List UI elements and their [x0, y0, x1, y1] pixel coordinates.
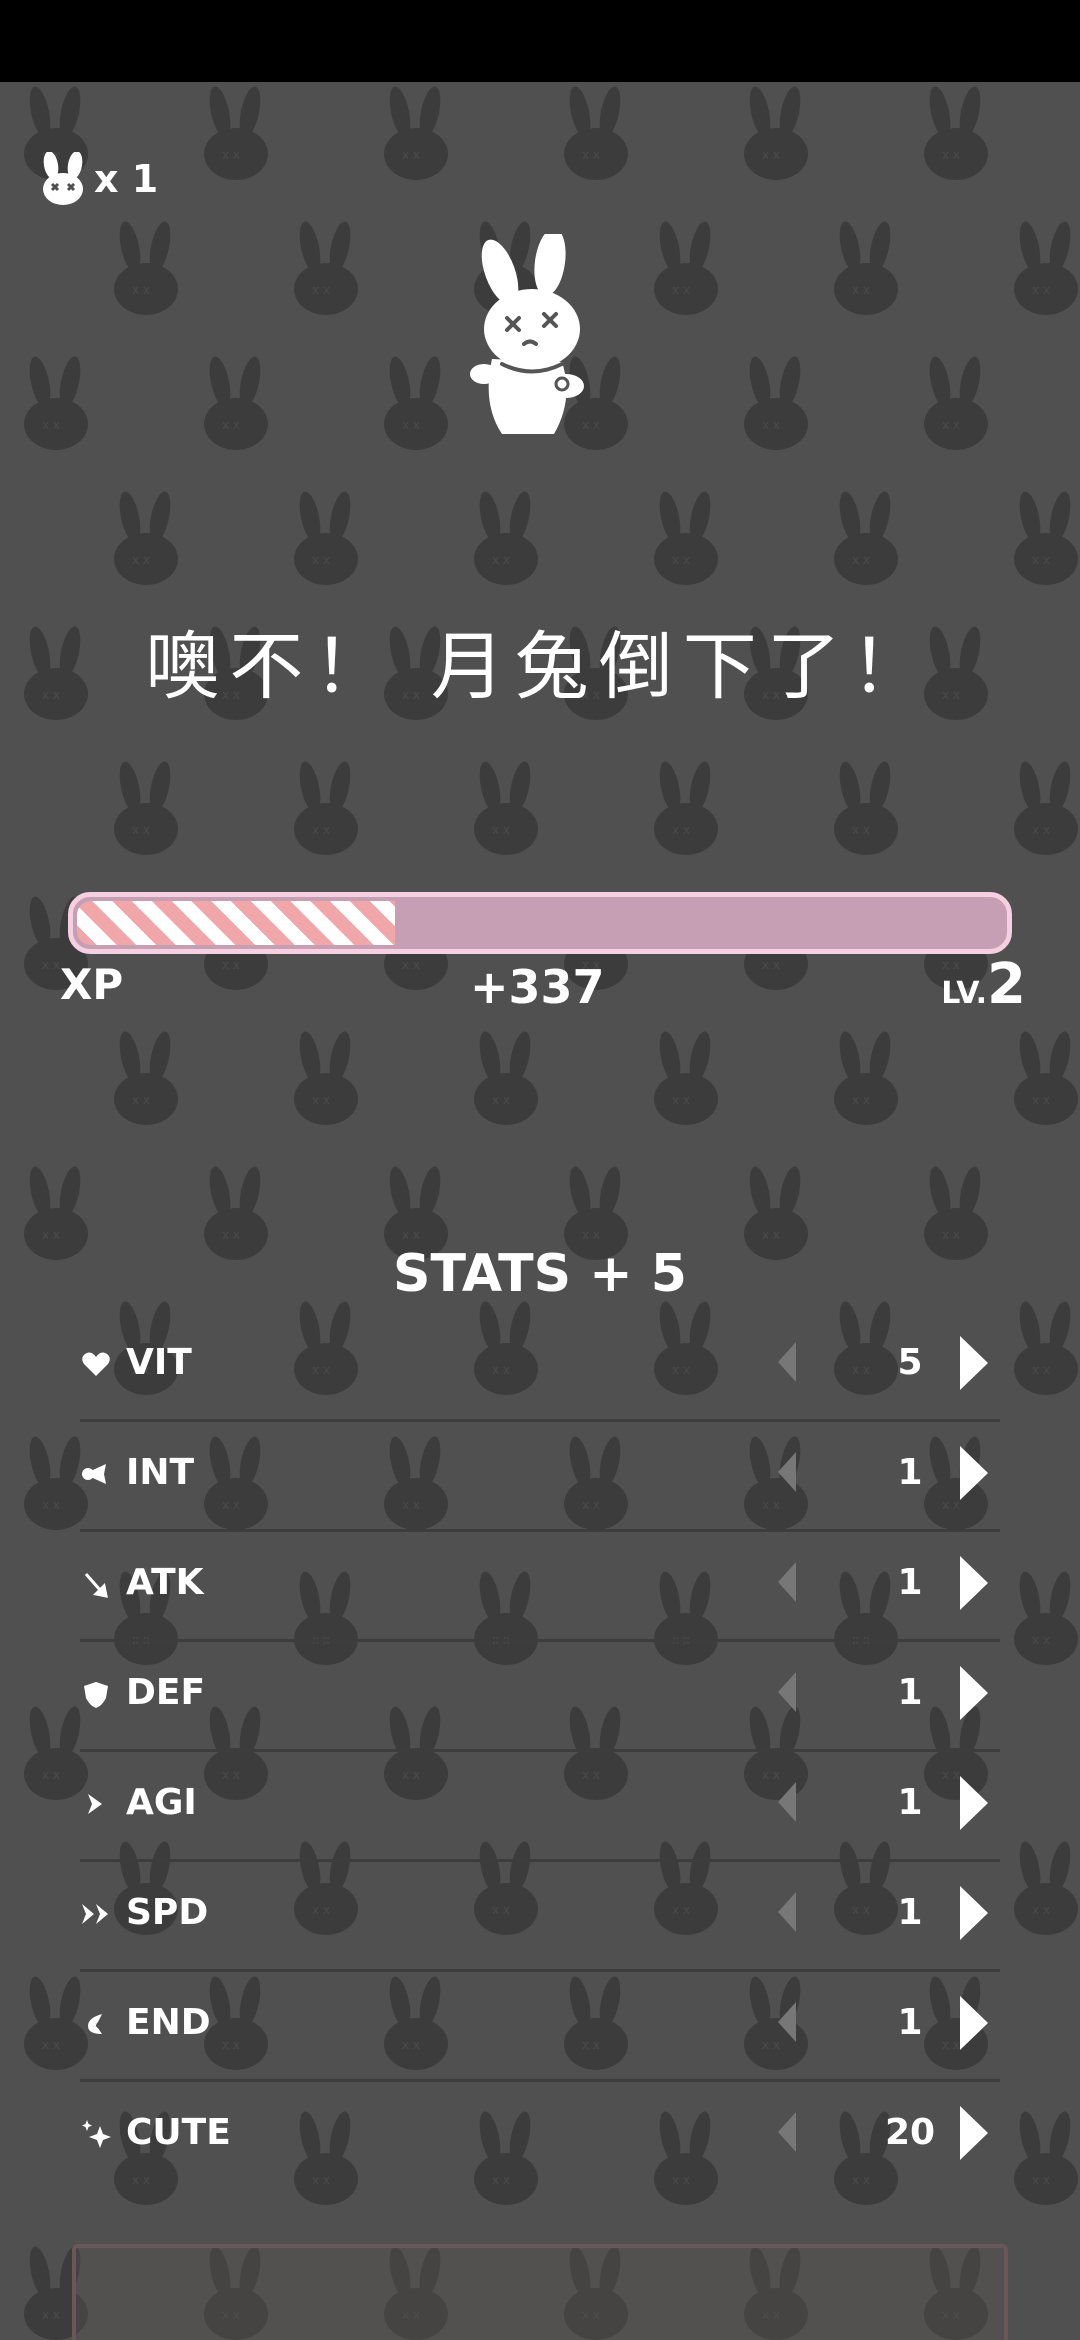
- increase-def-button[interactable]: [960, 1666, 988, 1720]
- decrease-agi-button[interactable]: [778, 1782, 796, 1822]
- increase-spd-button[interactable]: [960, 1886, 988, 1940]
- lives-count: x 1: [94, 157, 159, 201]
- increase-atk-button[interactable]: [960, 1556, 988, 1610]
- stat-row-agi: AGI 1: [80, 1752, 1000, 1862]
- level-indicator: LV.2: [941, 952, 1026, 1017]
- game-over-message: 噢不！ 月兔倒下了！: [145, 624, 935, 710]
- xp-gain: +337: [470, 960, 605, 1014]
- level-value: 2: [987, 952, 1026, 1017]
- stat-row-def: DEF 1: [80, 1642, 1000, 1752]
- stat-name: DEF: [126, 1672, 206, 1713]
- stat-row-end: END 1: [80, 1972, 1000, 2082]
- agility-arrow-icon: [88, 1794, 102, 1814]
- increase-end-button[interactable]: [960, 1996, 988, 2050]
- stat-value: 1: [897, 1562, 923, 1603]
- stat-name: SPD: [126, 1892, 209, 1933]
- xp-progress-fill: [77, 901, 395, 945]
- sparkle-icon: [82, 2120, 111, 2148]
- double-chevron-icon: [82, 1904, 108, 1924]
- decrease-spd-button[interactable]: [778, 1892, 796, 1932]
- stat-row-atk: ATK 1: [80, 1532, 1000, 1642]
- sword-icon: [84, 1573, 108, 1598]
- decrease-int-button[interactable]: [778, 1452, 796, 1492]
- stat-value: 1: [897, 1672, 923, 1713]
- stat-value: 1: [897, 1782, 923, 1823]
- increase-cute-button[interactable]: [960, 2106, 988, 2160]
- stat-value: 5: [897, 1342, 923, 1383]
- stat-value: 1: [897, 1892, 923, 1933]
- stat-name: INT: [126, 1452, 195, 1493]
- endurance-icon: [88, 2014, 102, 2034]
- stat-name: ATK: [126, 1562, 204, 1603]
- heart-icon: [82, 1352, 110, 1376]
- stats-title: STATS + 5: [393, 1244, 687, 1304]
- fallen-bunny-character: [470, 234, 584, 434]
- stat-name: VIT: [126, 1342, 192, 1383]
- increase-vit-button[interactable]: [960, 1336, 988, 1390]
- stat-row-cute: CUTE 20: [80, 2082, 1000, 2192]
- shield-icon: [84, 1682, 108, 1708]
- xp-progress-bar: [68, 892, 1012, 954]
- bunny-head-icon: [43, 152, 83, 205]
- increase-agi-button[interactable]: [960, 1776, 988, 1830]
- brain-icon: [82, 1464, 106, 1484]
- continue-button[interactable]: [72, 2244, 1008, 2340]
- decrease-def-button[interactable]: [778, 1672, 796, 1712]
- stat-name: CUTE: [126, 2112, 231, 2153]
- stat-row-int: INT 1: [80, 1422, 1000, 1532]
- decrease-atk-button[interactable]: [778, 1562, 796, 1602]
- stat-name: AGI: [126, 1782, 197, 1823]
- stat-value: 1: [897, 2002, 923, 2043]
- lives-counter: x 1: [40, 152, 158, 206]
- stat-value: 20: [884, 2112, 936, 2153]
- xp-info-row: XP +337 LV.2: [60, 952, 1026, 1022]
- xp-label: XP: [60, 960, 124, 1009]
- screen: x x x x x 1: [0, 0, 1080, 2340]
- level-prefix: LV.: [941, 976, 988, 1011]
- game-over-screen: x x x x x 1: [0, 82, 1080, 2340]
- stat-value: 1: [897, 1452, 923, 1493]
- decrease-vit-button[interactable]: [778, 1342, 796, 1382]
- increase-int-button[interactable]: [960, 1446, 988, 1500]
- decrease-end-button[interactable]: [778, 2002, 796, 2042]
- stat-row-vit: VIT 5: [80, 1312, 1000, 1422]
- decrease-cute-button[interactable]: [778, 2112, 796, 2152]
- stat-row-spd: SPD 1: [80, 1862, 1000, 1972]
- stat-name: END: [126, 2002, 211, 2043]
